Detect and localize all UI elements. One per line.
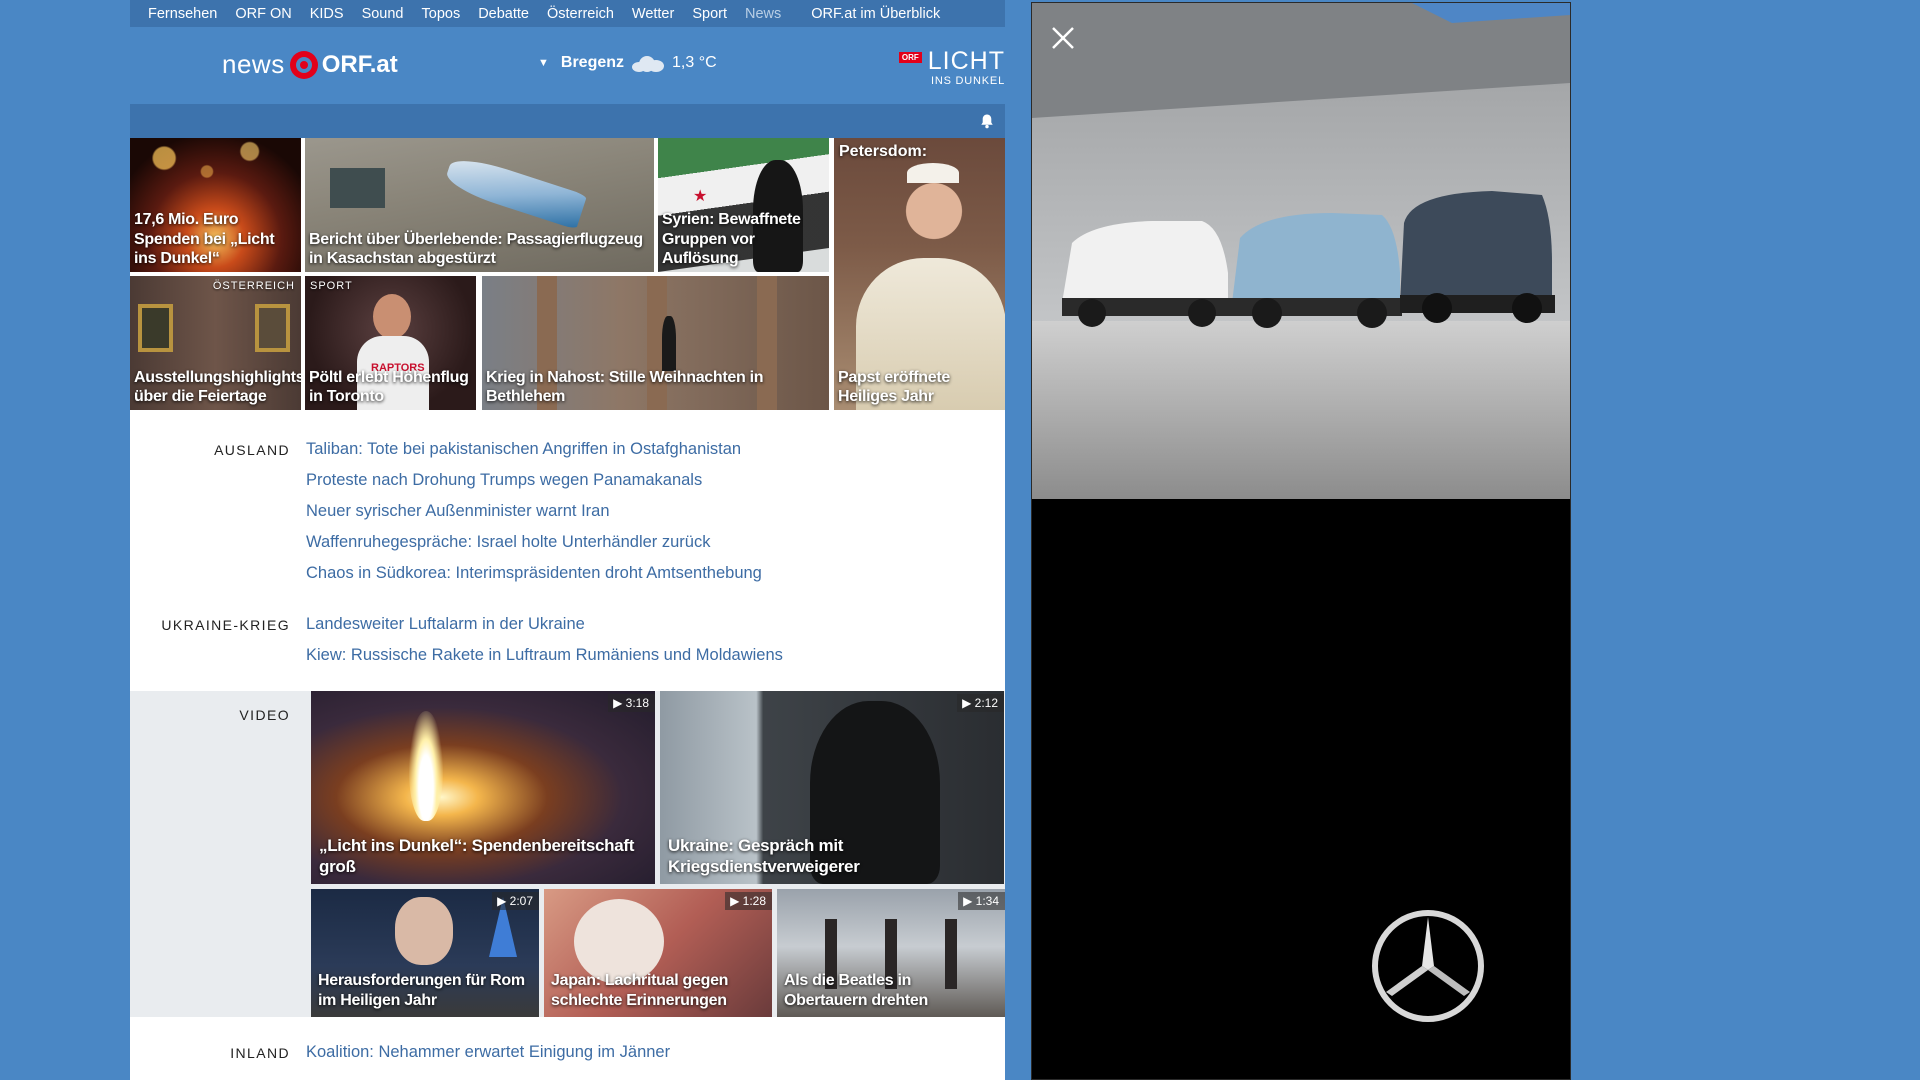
- duration-text: 3:18: [625, 696, 649, 710]
- nav-item-wetter[interactable]: Wetter: [632, 6, 674, 22]
- tile-title: Papst eröffnete Heiliges Jahr: [838, 368, 950, 405]
- nav-item-oesterreich[interactable]: Österreich: [547, 6, 614, 22]
- orf-eye-icon: [289, 50, 318, 79]
- section-label: UKRAINE-KRIEG: [161, 617, 290, 633]
- video-tile-beatles[interactable]: ▶ 1:34 Als die Beatles in Obertauern dre…: [777, 889, 1005, 1017]
- basketball-player-image: [373, 294, 411, 339]
- duration-text: 2:07: [509, 894, 533, 908]
- tile-label: Petersdom:: [839, 143, 928, 160]
- weather-temperature: 1,3 °C: [672, 54, 717, 71]
- section-links: Landesweiter Luftalarm in der Ukraine Ki…: [306, 614, 783, 676]
- nav-item-fernsehen[interactable]: Fernsehen: [148, 6, 217, 22]
- section-ausland: AUSLAND Taliban: Tote bei pakistanischen…: [130, 439, 1005, 589]
- video-title: Japan: Lachritual gegen schlechte Erinne…: [551, 972, 729, 1009]
- story-tile-syrien[interactable]: ★ Syrien: Bewaffnete Gruppen vor Auflösu…: [658, 138, 829, 272]
- story-tile-ausstellung[interactable]: ÖSTERREICH Ausstellungshighlights über d…: [130, 276, 301, 410]
- video-tile-ukraine[interactable]: ▶ 2:12 Ukraine: Gespräch mit Kriegsdiens…: [660, 691, 1004, 884]
- plane-wreck-image: [442, 152, 588, 230]
- section-links: Taliban: Tote bei pakistanischen Angriff…: [306, 439, 762, 594]
- painting-image: [138, 304, 173, 352]
- tile-kicker: SPORT: [310, 280, 353, 292]
- story-tile-bethlehem[interactable]: Krieg in Nahost: Stille Weihnachten in B…: [482, 276, 829, 410]
- duration-text: 1:34: [975, 894, 999, 908]
- duration-text: 2:12: [974, 696, 998, 710]
- video-tile-licht[interactable]: ▶ 3:18 „Licht ins Dunkel“: Spendenbereit…: [311, 691, 655, 884]
- nav-item-sport[interactable]: Sport: [692, 6, 727, 22]
- video-duration: ▶ 3:18: [608, 694, 655, 712]
- logo-orf-text: ORF.at: [321, 50, 398, 78]
- video-duration: ▶ 2:07: [492, 892, 539, 910]
- licht-subtitle: INS DUNKEL: [930, 75, 1005, 87]
- news-link[interactable]: Landesweiter Luftalarm in der Ukraine: [306, 614, 783, 645]
- story-tile-spenden[interactable]: 17,6 Mio. Euro Spenden bei „Licht ins Du…: [130, 138, 301, 272]
- video-tile-rom[interactable]: ▶ 2:07 Herausforderungen für Rom im Heil…: [311, 889, 539, 1017]
- section-label: VIDEO: [239, 707, 290, 723]
- licht-ins-dunkel-logo[interactable]: ORF LICHT INS DUNKEL: [898, 47, 1005, 87]
- video-tile-japan[interactable]: ▶ 1:28 Japan: Lachritual gegen schlechte…: [544, 889, 772, 1017]
- dropdown-arrow-icon: ▼: [538, 57, 549, 69]
- advertisement-overlay[interactable]: [1031, 2, 1571, 1080]
- section-video: VIDEO ▶ 3:18 „Licht ins Dunkel“: Spenden…: [130, 691, 1005, 1017]
- nav-item-sound[interactable]: Sound: [362, 6, 404, 22]
- cloud-icon: [632, 55, 665, 72]
- tile-title: Syrien: Bewaffnete Gruppen vor Auflösung: [662, 211, 801, 267]
- news-link[interactable]: Waffenruhegespräche: Israel holte Unterh…: [306, 532, 762, 563]
- notification-bar: [130, 104, 1005, 138]
- video-title: „Licht ins Dunkel“: Spendenbereitschaft …: [319, 835, 635, 876]
- nav-item-kids[interactable]: KIDS: [310, 6, 344, 22]
- tile-title: Pöltl erlebt Höhenflug in Toronto: [309, 368, 469, 405]
- story-tile-papst[interactable]: Petersdom: Papst eröffnete Heiliges Jahr: [834, 138, 1005, 410]
- news-link[interactable]: Neuer syrischer Außenminister warnt Iran: [306, 501, 762, 532]
- news-link[interactable]: Kiew: Russische Rakete in Luftraum Rumän…: [306, 645, 783, 676]
- weather-location: Bregenz: [560, 54, 625, 71]
- tile-title: 17,6 Mio. Euro Spenden bei „Licht ins Du…: [134, 211, 275, 267]
- news-link[interactable]: Taliban: Tote bei pakistanischen Angriff…: [306, 439, 762, 470]
- nav-item-overview[interactable]: ORF.at im Überblick: [811, 6, 940, 22]
- logo-news-text: news: [222, 49, 285, 79]
- duration-text: 1:28: [742, 894, 766, 908]
- news-orf-logo[interactable]: news ORF.at: [222, 49, 398, 80]
- news-link[interactable]: Chaos in Südkorea: Interimspräsidenten d…: [306, 563, 762, 594]
- section-label: AUSLAND: [214, 442, 290, 458]
- section-inland: INLAND Koalition: Nehammer erwartet Eini…: [130, 1042, 1005, 1080]
- video-title: Herausforderungen für Rom im Heiligen Ja…: [318, 972, 525, 1009]
- nav-item-topos[interactable]: Topos: [422, 6, 461, 22]
- main-content: 17,6 Mio. Euro Spenden bei „Licht ins Du…: [130, 138, 1005, 1080]
- news-link[interactable]: Koalition: Nehammer erwartet Einigung im…: [306, 1042, 670, 1073]
- story-tile-flugzeug[interactable]: Bericht über Überlebende: Passagierflugz…: [305, 138, 654, 272]
- mercedes-star-icon[interactable]: [1370, 908, 1486, 1024]
- news-link[interactable]: Proteste nach Drohung Trumps wegen Panam…: [306, 470, 762, 501]
- orf-badge: ORF: [898, 52, 922, 63]
- top-navigation: Fernsehen ORF ON KIDS Sound Topos Debatt…: [130, 0, 1005, 27]
- candle-flame-image: [409, 711, 443, 821]
- nav-item-orf-on[interactable]: ORF ON: [235, 6, 291, 22]
- section-ukraine-krieg: UKRAINE-KRIEG Landesweiter Luftalarm in …: [130, 614, 1005, 684]
- section-links: Koalition: Nehammer erwartet Einigung im…: [306, 1042, 670, 1073]
- video-duration: ▶ 2:12: [957, 694, 1004, 712]
- story-tile-poeltl[interactable]: RAPTORS SPORT Pöltl erlebt Höhenflug in …: [305, 276, 476, 410]
- licht-title: LICHT: [927, 47, 1005, 75]
- section-label: INLAND: [230, 1045, 290, 1061]
- tile-kicker: ÖSTERREICH: [212, 280, 295, 292]
- close-icon[interactable]: [1048, 23, 1078, 53]
- tile-title: Bericht über Überlebende: Passagierflugz…: [309, 230, 643, 267]
- ad-vans-image: [1032, 3, 1570, 499]
- video-title: Ukraine: Gespräch mit Kriegsdienstverwei…: [668, 835, 860, 876]
- tile-title: Ausstellungshighlights über die Feiertag…: [134, 368, 301, 405]
- tile-title: Krieg in Nahost: Stille Weihnachten in B…: [486, 368, 764, 405]
- nav-item-news[interactable]: News: [745, 6, 781, 22]
- weather-widget[interactable]: ▼ Bregenz 1,3 °C: [538, 54, 717, 72]
- video-title: Als die Beatles in Obertauern drehten: [784, 972, 928, 1009]
- bell-icon[interactable]: [979, 113, 995, 129]
- video-duration: ▶ 1:34: [958, 892, 1005, 910]
- nav-item-debatte[interactable]: Debatte: [478, 6, 529, 22]
- woman-portrait-image: [395, 897, 453, 965]
- site-header: news ORF.at ▼ Bregenz 1,3 °C ORF LICHT I…: [130, 27, 1005, 104]
- video-duration: ▶ 1:28: [725, 892, 772, 910]
